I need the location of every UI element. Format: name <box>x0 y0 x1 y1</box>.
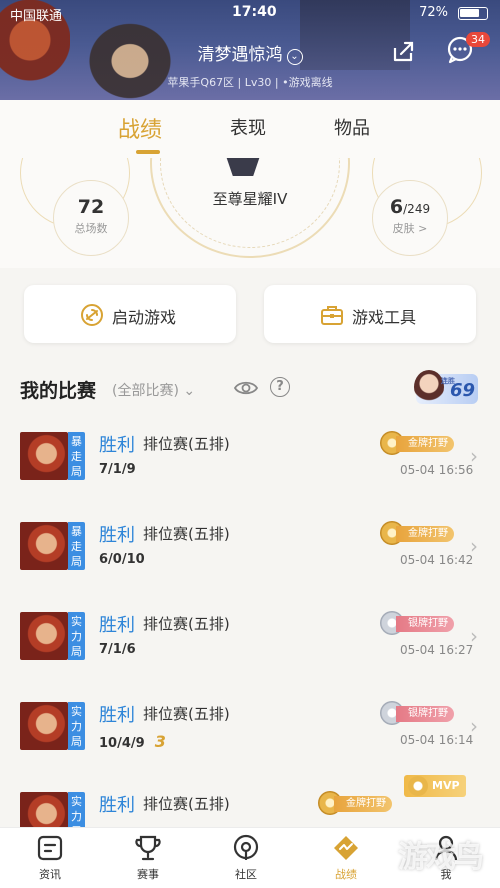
mvp-badge: MVP <box>404 775 466 797</box>
multikill-count: 3 <box>154 732 166 751</box>
total-games-label: 总场数 <box>74 222 108 235</box>
hero-avatar-icon <box>414 370 444 404</box>
match-kda: 7/1/9 <box>99 462 136 477</box>
chevron-right-icon: › <box>470 624 478 648</box>
skins-total-value: /249 <box>403 202 431 216</box>
player-name: 清梦遇惊鸿 <box>197 45 283 65</box>
server-info: 苹果手Q67区 | Lv30 | •游戏离线 <box>167 76 333 89</box>
trophy-icon <box>135 835 161 861</box>
match-row[interactable]: 暴走局 胜利 排位赛(五排) 7/1/9 金牌打野 05-04 16:56 › <box>0 414 500 504</box>
tab-items[interactable]: 物品 <box>334 114 370 140</box>
chevron-right-icon: › <box>470 444 478 468</box>
game-tools-button[interactable]: 游戏工具 <box>264 285 476 343</box>
match-kda: 7/1/6 <box>99 642 136 657</box>
hero-avatar <box>20 432 68 480</box>
medal-label: 金牌打野 <box>396 526 454 542</box>
match-kda: 6/0/10 <box>99 552 145 567</box>
stats-summary: 至尊星耀IV 72 总场数 6/249 皮肤 > <box>0 158 500 268</box>
clock: 17:40 <box>232 4 277 20</box>
match-filter-label: (全部比赛) <box>112 383 179 399</box>
chevron-down-icon: ⌄ <box>286 49 303 65</box>
match-filter-dropdown[interactable]: (全部比赛) ⌄ <box>112 380 195 400</box>
matches-header: 我的比赛 (全部比赛) ⌄ ? 连胜 69 <box>0 364 500 414</box>
chevron-down-icon: ⌄ <box>183 383 196 399</box>
nav-news[interactable]: 资讯 <box>20 834 80 882</box>
share-button[interactable] <box>388 36 418 66</box>
battery-icon <box>458 7 488 20</box>
notification-badge: 34 <box>466 32 490 47</box>
match-result: 胜利 <box>99 615 135 636</box>
match-time: 05-04 16:27 <box>400 643 474 657</box>
profile-banner: 中国联通 17:40 72% 清梦遇惊鸿 ⌄ 苹果手Q67区 | Lv30 | •… <box>0 0 500 100</box>
carrier-name: 中国联通 <box>10 9 63 24</box>
medal-label: 银牌打野 <box>396 706 454 722</box>
total-games-stat: 72 总场数 <box>53 180 129 256</box>
match-type: 排位赛(五排) <box>143 795 230 813</box>
kda-value: 10/4/9 <box>99 736 145 751</box>
eye-icon[interactable] <box>234 378 258 398</box>
tab-records[interactable]: 战绩 <box>118 112 162 144</box>
nav-events[interactable]: 赛事 <box>118 834 178 882</box>
player-name-selector[interactable]: 清梦遇惊鸿 ⌄ <box>0 40 500 65</box>
match-time: 05-04 16:56 <box>400 463 474 477</box>
hero-avatar <box>20 612 68 660</box>
hero-avatar <box>20 702 68 750</box>
matches-title: 我的比赛 <box>20 380 97 402</box>
share-icon <box>393 41 414 62</box>
nav-community-label: 社区 <box>235 868 257 881</box>
record-icon <box>334 836 358 860</box>
match-time: 05-04 16:14 <box>400 733 474 747</box>
mode-tag: 暴走局 <box>68 432 85 480</box>
site-watermark: 游戏鸟 <box>398 840 484 875</box>
nav-records-label: 战绩 <box>335 868 357 881</box>
match-type: 排位赛(五排) <box>143 705 230 723</box>
mode-tag: 实力局 <box>68 702 85 750</box>
game-tools-label: 游戏工具 <box>352 308 417 327</box>
status-bar: 中国联通 17:40 72% <box>0 0 500 26</box>
help-icon[interactable]: ? <box>270 377 290 397</box>
mode-tag: 实力局 <box>68 612 85 660</box>
news-icon <box>37 835 63 861</box>
match-type: 排位赛(五排) <box>143 615 230 633</box>
quick-actions: 启动游戏 游戏工具 <box>0 268 500 364</box>
medal-label: 金牌打野 <box>396 436 454 452</box>
match-result: 胜利 <box>99 525 135 546</box>
match-time: 05-04 16:42 <box>400 553 474 567</box>
medal-label: 银牌打野 <box>396 616 454 632</box>
launch-icon <box>81 304 103 326</box>
nav-community[interactable]: 社区 <box>216 834 276 882</box>
match-kda: 10/4/9 3 <box>99 732 166 751</box>
chevron-right-icon: › <box>470 714 478 738</box>
launch-game-label: 启动游戏 <box>112 308 177 327</box>
toolbox-icon <box>321 306 343 325</box>
mode-tag: 暴走局 <box>68 522 85 570</box>
win-streak-badge[interactable]: 连胜 69 <box>414 370 478 404</box>
match-type: 排位赛(五排) <box>143 525 230 543</box>
tab-performance[interactable]: 表现 <box>230 114 266 140</box>
nav-records[interactable]: 战绩 <box>316 834 376 882</box>
community-icon <box>233 834 259 860</box>
medal-label: 金牌打野 <box>334 796 392 812</box>
total-games-value: 72 <box>77 196 105 218</box>
launch-game-button[interactable]: 启动游戏 <box>24 285 236 343</box>
battery-percent: 72% <box>419 5 448 20</box>
match-result: 胜利 <box>99 705 135 726</box>
tab-bar: 战绩 表现 物品 <box>0 100 500 158</box>
match-result: 胜利 <box>99 435 135 456</box>
match-type: 排位赛(五排) <box>143 435 230 453</box>
nav-events-label: 赛事 <box>137 868 159 881</box>
skins-label: 皮肤 > <box>392 222 428 235</box>
match-row[interactable]: 暴走局 胜利 排位赛(五排) 6/0/10 金牌打野 05-04 16:42 › <box>0 504 500 594</box>
active-tab-indicator <box>136 150 160 154</box>
nav-news-label: 资讯 <box>39 868 61 881</box>
match-result: 胜利 <box>99 795 135 816</box>
skins-owned-value: 6 <box>389 196 404 218</box>
match-row[interactable]: 实力局 胜利 排位赛(五排) 10/4/9 3 银牌打野 05-04 16:14 … <box>0 684 500 774</box>
match-row[interactable]: 实力局 胜利 排位赛(五排) 7/1/6 银牌打野 05-04 16:27 › <box>0 594 500 684</box>
hero-avatar <box>20 522 68 570</box>
chevron-right-icon: › <box>470 534 478 558</box>
streak-value: 69 <box>450 380 476 401</box>
skins-stat[interactable]: 6/249 皮肤 > <box>372 180 448 256</box>
